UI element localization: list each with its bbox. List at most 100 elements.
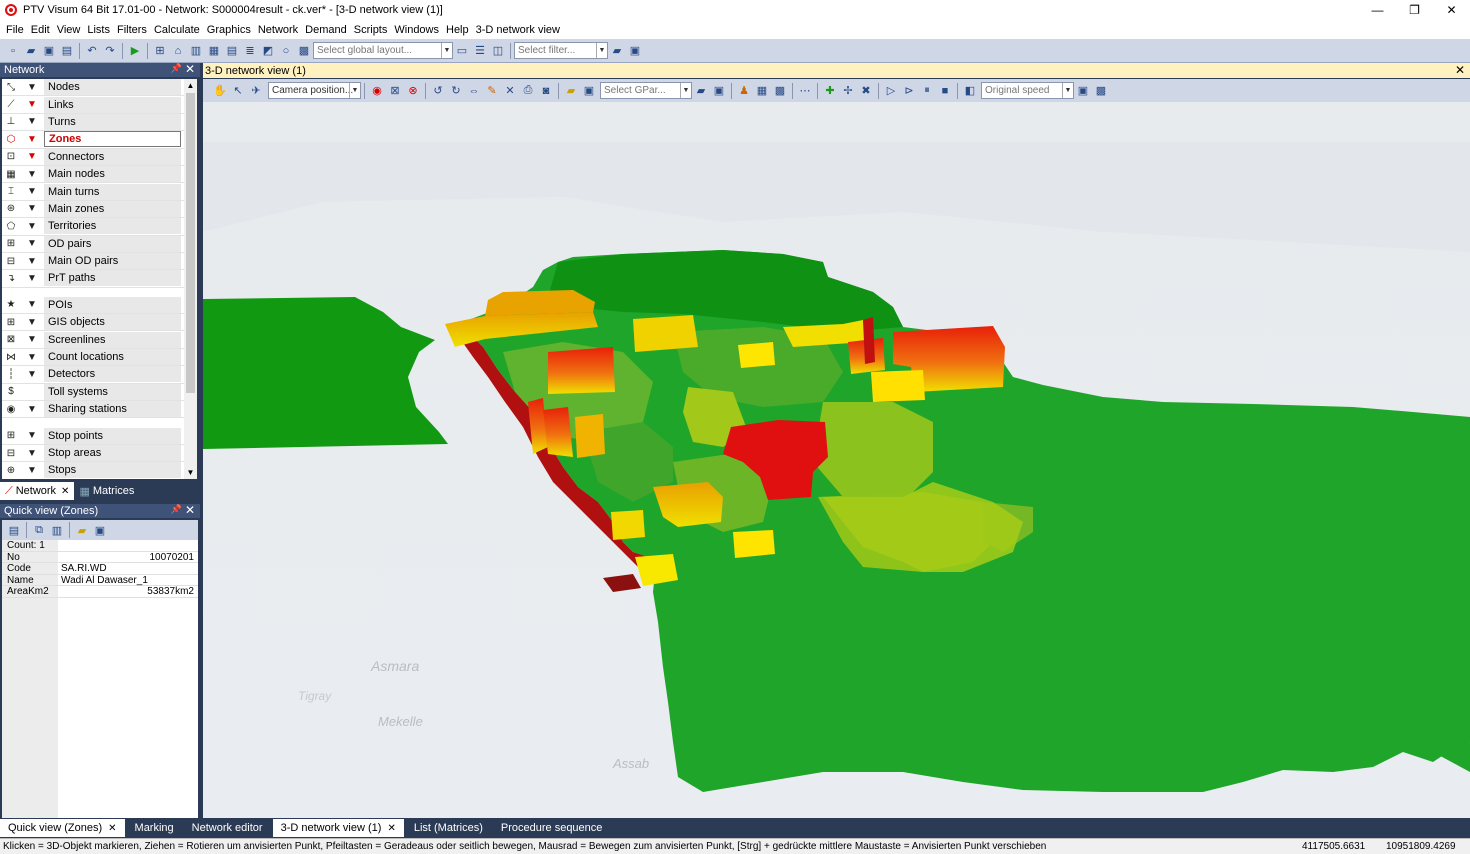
- network-item-prt-paths[interactable]: ↴ ▼ PrT paths: [2, 270, 197, 288]
- menu-network[interactable]: Network: [258, 24, 298, 36]
- filter-icon[interactable]: ▼: [20, 169, 44, 180]
- close-icon[interactable]: ✕: [108, 823, 116, 834]
- pause-icon[interactable]: ⏸: [919, 83, 935, 99]
- global-layout-select[interactable]: Select global layout... ▼: [313, 42, 453, 59]
- network-item-main-nodes[interactable]: ▦ ▼ Main nodes: [2, 166, 197, 184]
- buildings-icon[interactable]: ▦: [754, 83, 770, 99]
- screenshot-icon[interactable]: ◙: [538, 83, 554, 99]
- filter-icon[interactable]: ▼: [20, 238, 44, 249]
- select-attributes-icon[interactable]: ▤: [6, 522, 22, 538]
- menu-scripts[interactable]: Scripts: [354, 24, 388, 36]
- close-icon[interactable]: ✕: [185, 503, 195, 517]
- edit-keyframe-icon[interactable]: ✢: [840, 83, 856, 99]
- chevron-down-icon[interactable]: ▼: [349, 83, 360, 98]
- menu-demand[interactable]: Demand: [305, 24, 347, 36]
- close-icon[interactable]: ✕: [61, 486, 69, 497]
- network-item-screenlines[interactable]: ⊠ ▼ Screenlines: [2, 331, 197, 349]
- select-icon[interactable]: ↖: [230, 83, 246, 99]
- people-icon[interactable]: ♟: [736, 83, 752, 99]
- grid-icon[interactable]: ▩: [296, 43, 312, 59]
- speed-icon[interactable]: ◧: [962, 83, 978, 99]
- undo-icon[interactable]: ↶: [84, 43, 100, 59]
- fly-icon[interactable]: ✈: [248, 83, 264, 99]
- filter-icon[interactable]: ▼: [20, 116, 44, 127]
- network-item-pois[interactable]: ★ ▼ POIs: [2, 296, 197, 315]
- chevron-up-icon[interactable]: ▲: [184, 79, 197, 92]
- menu-calculate[interactable]: Calculate: [154, 24, 200, 36]
- save-filter-icon[interactable]: ▣: [627, 43, 643, 59]
- filter-icon[interactable]: ▼: [20, 369, 44, 380]
- open-gpar-icon[interactable]: ▰: [693, 83, 709, 99]
- network-item-main-zones[interactable]: ⊛ ▼ Main zones: [2, 200, 197, 219]
- filter-icon[interactable]: ▼: [20, 448, 44, 459]
- list-icon[interactable]: ▥: [188, 43, 204, 59]
- menu-edit[interactable]: Edit: [31, 24, 50, 36]
- network-item-stops[interactable]: ⊕ ▼ Stops: [2, 462, 197, 479]
- copy-icon[interactable]: ⧉: [31, 522, 47, 538]
- matrix-icon[interactable]: ▦: [206, 43, 222, 59]
- filter-icon[interactable]: ▼: [20, 99, 44, 110]
- chevron-down-icon[interactable]: ▼: [680, 83, 691, 98]
- menu-windows[interactable]: Windows: [394, 24, 439, 36]
- chevron-down-icon[interactable]: ▼: [1062, 83, 1073, 98]
- network-item-zones[interactable]: ⬡ ▼ Zones: [2, 131, 197, 149]
- network-item-nodes[interactable]: ⤡ ▼ Nodes: [2, 79, 197, 97]
- filter-icon[interactable]: ▼: [20, 430, 44, 441]
- step-icon[interactable]: ⊳: [901, 83, 917, 99]
- filter-icon[interactable]: ▼: [20, 256, 44, 267]
- open-folder-icon[interactable]: ▰: [23, 43, 39, 59]
- menu-graphics[interactable]: Graphics: [207, 24, 251, 36]
- filter-select[interactable]: Select filter... ▼: [514, 42, 608, 59]
- run-procedure-icon[interactable]: ▶: [127, 43, 143, 59]
- marker-icon[interactable]: ⊠: [387, 83, 403, 99]
- tab-marking[interactable]: Marking: [127, 819, 182, 837]
- open-filter-icon[interactable]: ▰: [609, 43, 625, 59]
- filter-icon[interactable]: ▼: [20, 203, 44, 214]
- network-item-main-od-pairs[interactable]: ⊟ ▼ Main OD pairs: [2, 253, 197, 271]
- filter-icon[interactable]: ▼: [20, 465, 44, 476]
- export-video-icon[interactable]: ▩: [1093, 83, 1109, 99]
- delete-marker-icon[interactable]: ⊗: [405, 83, 421, 99]
- add-keyframe-icon[interactable]: ✚: [822, 83, 838, 99]
- filter-icon[interactable]: ▼: [20, 334, 44, 345]
- delete-keyframe-icon[interactable]: ✖: [858, 83, 874, 99]
- network-item-connectors[interactable]: ⊡ ▼ Connectors: [2, 148, 197, 166]
- filter-icon[interactable]: ▼: [20, 151, 44, 162]
- legend-icon[interactable]: ◩: [260, 43, 276, 59]
- open-folder-icon[interactable]: ▰: [563, 83, 579, 99]
- network-item-detectors[interactable]: ┆ ▼ Detectors: [2, 366, 197, 384]
- tab-procedure-sequence[interactable]: Procedure sequence: [493, 819, 611, 837]
- rotate-left-icon[interactable]: ↺: [430, 83, 446, 99]
- graphic-params-icon[interactable]: ≣: [242, 43, 258, 59]
- menu-help[interactable]: Help: [446, 24, 469, 36]
- redo-icon[interactable]: ↷: [102, 43, 118, 59]
- close-icon[interactable]: ✕: [387, 823, 395, 834]
- filter-icon[interactable]: ▼: [20, 221, 44, 232]
- network-item-turns[interactable]: ⊥ ▼ Turns: [2, 113, 197, 132]
- attribute-value[interactable]: SA.RI.WD: [58, 563, 198, 574]
- chevron-down-icon[interactable]: ▼: [184, 466, 197, 479]
- camera-position-select[interactable]: Camera position... ▼: [268, 82, 361, 99]
- network-display-icon[interactable]: ⋯: [797, 83, 813, 99]
- network-item-stop-points[interactable]: ⊞ ▼ Stop points: [2, 427, 197, 445]
- edit-icon[interactable]: ✎: [484, 83, 500, 99]
- network-item-main-turns[interactable]: ⌶ ▼ Main turns: [2, 183, 197, 201]
- tab-3d-network-view[interactable]: 3-D network view (1) ✕: [272, 819, 404, 837]
- save-icon[interactable]: ▣: [41, 43, 57, 59]
- close-icon[interactable]: ✕: [185, 62, 195, 76]
- network-item-count-locations[interactable]: ⋈ ▼ Count locations: [2, 349, 197, 367]
- filter-icon[interactable]: ▼: [20, 404, 44, 415]
- pin-icon[interactable]: 📌: [171, 504, 182, 515]
- layout-split-icon[interactable]: ☰: [472, 43, 488, 59]
- network-item-stop-areas[interactable]: ⊟ ▼ Stop areas: [2, 445, 197, 463]
- chevron-down-icon[interactable]: ▼: [596, 43, 607, 58]
- save-gpar-icon[interactable]: ▣: [711, 83, 727, 99]
- menu-3d-network-view[interactable]: 3-D network view: [476, 24, 560, 36]
- tab-list-matrices[interactable]: List (Matrices): [406, 819, 491, 837]
- chevron-down-icon[interactable]: ▼: [441, 43, 452, 58]
- 3d-map-canvas[interactable]: Asmara Mekelle Tigray Assab: [203, 102, 1470, 818]
- new-file-icon[interactable]: ▫: [5, 43, 21, 59]
- filter-icon[interactable]: ▼: [20, 186, 44, 197]
- maximize-button[interactable]: ❐: [1396, 0, 1433, 20]
- network-item-gis-objects[interactable]: ⊞ ▼ GIS objects: [2, 314, 197, 332]
